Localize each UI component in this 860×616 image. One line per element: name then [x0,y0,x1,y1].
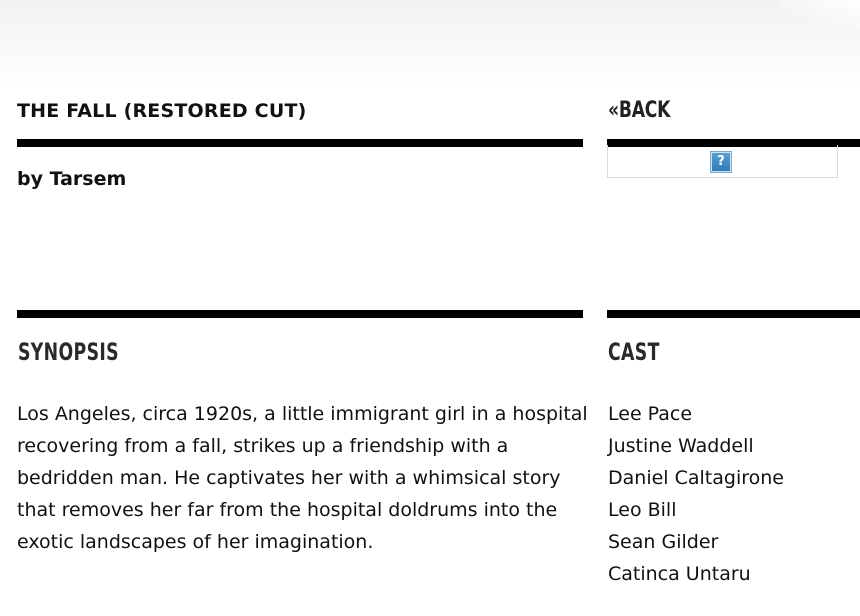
film-detail-page: THE FALL (RESTORED CUT) «BACK ? by Tarse… [0,0,860,616]
back-link[interactable]: «BACK [608,98,670,123]
film-image-frame: ? [607,145,838,178]
cast-heading: CAST [608,338,660,366]
cast-member: Catinca Untaru [608,563,751,585]
synopsis-text: Los Angeles, circa 1920s, a little immig… [17,403,588,553]
title-divider [17,139,583,147]
cast-member: Lee Pace [608,403,693,425]
cast-member: Leo Bill [608,499,677,521]
synopsis-heading: SYNOPSIS [18,338,119,366]
header-gradient [0,0,860,90]
cast-member: Daniel Caltagirone [608,467,784,489]
synopsis-divider [17,310,583,318]
cast-member: Sean Gilder [608,531,719,553]
missing-image-question-icon: ? [710,151,732,173]
film-title: THE FALL (RESTORED CUT) [17,100,307,122]
director-credit: by Tarsem [17,168,127,190]
cast-member: Justine Waddell [608,435,754,457]
cast-list: Lee Pace Justine Waddell Daniel Caltagir… [608,398,784,590]
cast-divider [607,310,860,318]
